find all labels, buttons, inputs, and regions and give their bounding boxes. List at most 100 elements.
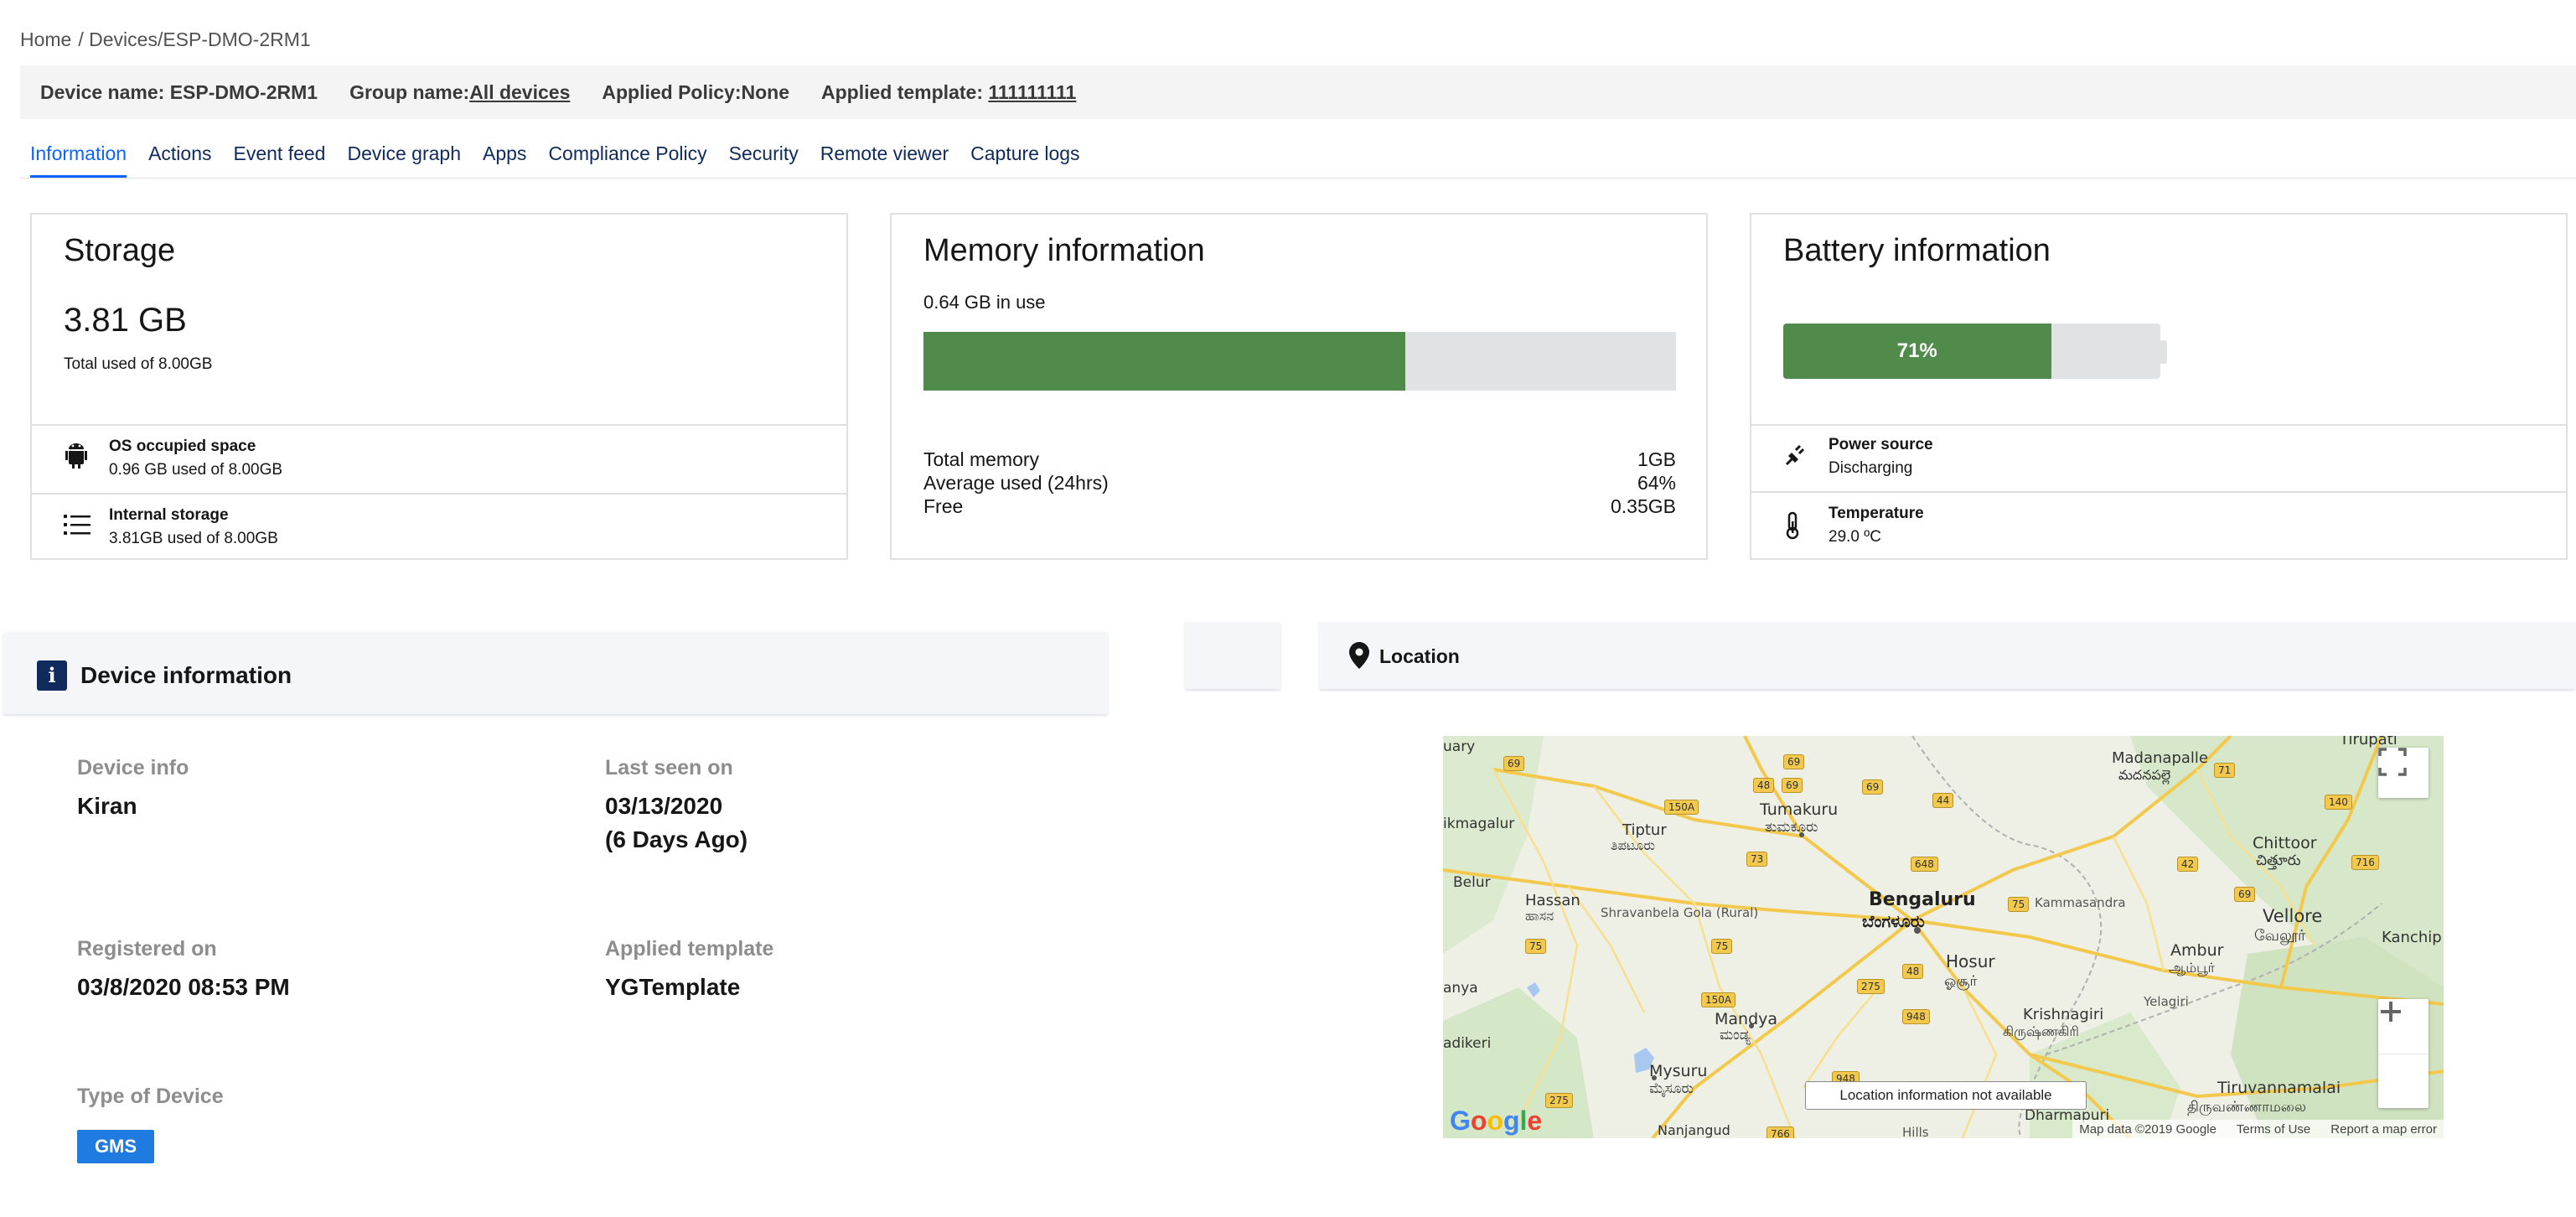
last-seen-date: 03/13/2020 — [605, 793, 723, 819]
memory-in-use: 0.64 GB in use — [923, 292, 1046, 313]
road-shield: 716 — [2351, 855, 2379, 870]
map-label-bengaluru: Bengaluru — [1869, 889, 1976, 910]
device-type-label: Type of Device — [77, 1085, 224, 1108]
group-link[interactable]: All devices — [469, 81, 570, 103]
map-label-chittoor-te: చిత్తూరు — [2256, 852, 2301, 870]
template-link[interactable]: 111111111 — [988, 81, 1076, 103]
breadcrumb-devices[interactable]: / Devices — [78, 28, 158, 51]
tab-event-feed[interactable]: Event feed — [234, 142, 326, 178]
registered-label: Registered on — [77, 937, 217, 961]
fullscreen-icon — [2378, 748, 2407, 776]
map-label-yelagiri: Yelagiri — [2143, 994, 2189, 1009]
tab-capture-logs[interactable]: Capture logs — [970, 142, 1079, 178]
power-source-row: Power source Discharging — [1751, 424, 2566, 491]
tab-information[interactable]: Information — [30, 142, 127, 178]
tab-actions[interactable]: Actions — [148, 142, 211, 178]
map-label-hills: Hills — [1902, 1125, 1929, 1138]
tab-bar: Information Actions Event feed Device gr… — [30, 142, 1102, 178]
map-footer: Map data ©2019 Google Terms of Use Repor… — [2072, 1120, 2444, 1138]
map-label-mysuru: Mysuru — [1649, 1062, 1707, 1080]
location-map[interactable]: Bengaluru ಬೆಂಗಳೂರು Tumakuru ತುಮಕೂರು Mysu… — [1443, 736, 2444, 1138]
map-label-hassan-kn: ಹಾಸನ — [1525, 908, 1554, 924]
map-label-belur: Belur — [1453, 874, 1491, 891]
road-shield: 48 — [1902, 964, 1924, 979]
road-shield: 69 — [2234, 887, 2256, 902]
tab-security[interactable]: Security — [729, 142, 799, 178]
device-header-bar: Device name: ESP-DMO-2RM1 Group name:All… — [20, 65, 2576, 119]
memory-stat-average: Average used (24hrs) 64% — [923, 472, 1676, 494]
tab-device-graph[interactable]: Device graph — [347, 142, 461, 178]
road-shield: 48 — [1753, 778, 1775, 793]
device-type-badge: GMS — [77, 1130, 154, 1163]
map-label-tiruvannamalai: Tiruvannamalai — [2216, 1079, 2341, 1097]
device-info-label: Device info — [77, 756, 189, 779]
registered-value: 03/8/2020 08:53 PM — [77, 974, 290, 1000]
list-icon — [64, 513, 91, 543]
storage-card: Storage 3.81 GB Total used of 8.00GB OS … — [30, 213, 848, 560]
map-label-hosur: Hosur — [1946, 951, 1995, 971]
map-label-madanapalle-te: మదనపల్లె — [2118, 767, 2170, 785]
tab-apps[interactable]: Apps — [483, 142, 526, 178]
battery-title: Battery information — [1783, 233, 2051, 268]
road-shield: 69 — [1782, 778, 1803, 793]
road-shield: 69 — [1783, 754, 1805, 769]
zoom-control — [2378, 999, 2429, 1108]
group-name: Group name:All devices — [349, 80, 571, 103]
road-shield: 75 — [1711, 939, 1733, 954]
map-label-ambur: Ambur — [2170, 941, 2224, 960]
map-terms-link[interactable]: Terms of Use — [2237, 1122, 2310, 1137]
zoom-out-button[interactable] — [2378, 1010, 2429, 1108]
map-label-krishnagiri: Krishnagiri — [2023, 1006, 2103, 1023]
road-shield: 140 — [2325, 795, 2352, 810]
battery-card: Battery information 71% Power source Dis… — [1750, 213, 2568, 560]
road-shield: 150A — [1664, 800, 1699, 815]
memory-title: Memory information — [923, 233, 1205, 268]
road-shield: 75 — [1525, 939, 1547, 954]
collapsed-panel — [1185, 622, 1280, 689]
fullscreen-button[interactable] — [2378, 748, 2429, 798]
tab-compliance-policy[interactable]: Compliance Policy — [548, 142, 706, 178]
map-label-vellore: Vellore — [2263, 906, 2322, 926]
map-label-chittoor: Chittoor — [2253, 834, 2317, 852]
memory-stats: Total memory 1GB Average used (24hrs) 64% … — [923, 448, 1676, 518]
device-information-title: Device information — [80, 662, 292, 688]
os-space-title: OS occupied space — [109, 438, 256, 455]
device-info-value: Kiran — [77, 793, 137, 819]
location-pin-icon — [1349, 642, 1369, 676]
map-label-tirupati: Tirupati — [2339, 736, 2398, 748]
map-label-adikeri: adikeri — [1443, 1035, 1491, 1052]
os-space-value: 0.96 GB used of 8.00GB — [109, 461, 283, 479]
breadcrumb-home[interactable]: Home — [20, 28, 71, 51]
map-label-ambur-ta: ஆம்பூர் — [2169, 960, 2216, 976]
applied-template: Applied template: 111111111 — [821, 80, 1077, 103]
memory-stat-free: Free 0.35GB — [923, 495, 1676, 517]
map-data-attribution: Map data ©2019 Google — [2079, 1121, 2216, 1137]
breadcrumb: Home / Devices /ESP-DMO-2RM1 — [20, 28, 311, 51]
map-label-mysuru-kn: ಮೈಸೂರು — [1649, 1080, 1694, 1097]
road-shield: 44 — [1932, 793, 1954, 808]
google-logo: Google — [1450, 1106, 1543, 1136]
map-label-hassan: Hassan — [1525, 892, 1580, 909]
tabs-divider — [20, 178, 2576, 179]
info-icon: i — [37, 660, 67, 691]
memory-usage-fill — [923, 332, 1405, 391]
map-label-kammasandra: Kammasandra — [2035, 895, 2126, 910]
road-shield: 73 — [1746, 852, 1768, 867]
thermometer-icon — [1783, 511, 1802, 546]
map-label-hosur-ta: ஓசூர் — [1944, 973, 1978, 990]
last-seen-label: Last seen on — [605, 756, 733, 779]
tab-remote-viewer[interactable]: Remote viewer — [820, 142, 949, 178]
location-header: Location — [1319, 622, 2576, 689]
map-label-tiptur: Tiptur — [1622, 821, 1667, 839]
road-shield: 648 — [1911, 857, 1938, 872]
memory-usage-bar — [923, 332, 1676, 391]
map-report-link[interactable]: Report a map error — [2330, 1122, 2437, 1137]
road-shield: 150A — [1701, 992, 1736, 1007]
map-label-ikmagalur: ikmagalur — [1443, 816, 1514, 832]
road-shield: 71 — [2214, 763, 2236, 778]
device-information-header: i Device information — [3, 632, 1108, 714]
map-label-vellore-ta: வேலூர் — [2254, 927, 2306, 945]
storage-title: Storage — [64, 233, 176, 268]
battery-gauge: 71% — [1783, 324, 2160, 379]
memory-stat-total: Total memory 1GB — [923, 448, 1676, 470]
